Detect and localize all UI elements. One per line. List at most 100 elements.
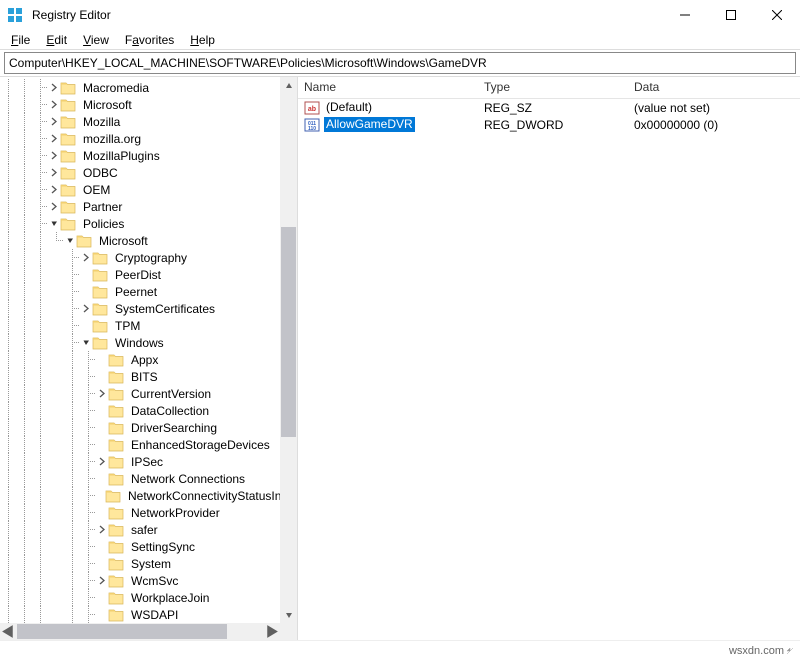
tree-item[interactable]: EnhancedStorageDevices [0, 436, 280, 453]
tree-item-label: WorkplaceJoin [128, 590, 212, 606]
collapse-icon[interactable] [80, 334, 92, 351]
tree-item-label: EnhancedStorageDevices [128, 437, 273, 453]
vertical-scrollbar[interactable] [280, 77, 297, 623]
folder-icon [108, 403, 124, 419]
expand-icon[interactable] [48, 113, 60, 130]
reg-string-icon [304, 100, 320, 116]
tree-item-label: Cryptography [112, 250, 190, 266]
tree-item[interactable]: Macromedia [0, 79, 280, 96]
tree-item[interactable]: PeerDist [0, 266, 280, 283]
tree-item[interactable]: Peernet [0, 283, 280, 300]
folder-icon [108, 607, 124, 623]
tree-item-label: Mozilla [80, 114, 123, 130]
tree-item[interactable]: OEM [0, 181, 280, 198]
expand-icon[interactable] [48, 198, 60, 215]
tree-item-label: System [128, 556, 174, 572]
expand-icon[interactable] [48, 79, 60, 96]
collapse-icon[interactable] [48, 215, 60, 232]
content-area: MacromediaMicrosoftMozillamozilla.orgMoz… [0, 76, 800, 640]
tree-item[interactable]: Policies [0, 215, 280, 232]
tree-item[interactable]: DriverSearching [0, 419, 280, 436]
scroll-down-button[interactable] [280, 606, 297, 623]
scroll-left-button[interactable] [0, 623, 17, 640]
tree-pane: MacromediaMicrosoftMozillamozilla.orgMoz… [0, 77, 298, 640]
tree-item[interactable]: System [0, 555, 280, 572]
tree-item[interactable]: DataCollection [0, 402, 280, 419]
folder-icon [108, 522, 124, 538]
expand-icon[interactable] [96, 385, 108, 402]
tree-item[interactable]: CurrentVersion [0, 385, 280, 402]
tree-item-label: TPM [112, 318, 143, 334]
watermark: wsxdn.com [729, 645, 784, 657]
tree-item[interactable]: SystemCertificates [0, 300, 280, 317]
value-row[interactable]: AllowGameDVRREG_DWORD0x00000000 (0) [298, 116, 800, 133]
scroll-right-button[interactable] [263, 623, 280, 640]
menu-view[interactable]: View [76, 32, 116, 48]
tree-item[interactable]: Partner [0, 198, 280, 215]
expand-icon[interactable] [96, 572, 108, 589]
tree-item[interactable]: TPM [0, 317, 280, 334]
tree-item[interactable]: BITS [0, 368, 280, 385]
expand-icon[interactable] [80, 300, 92, 317]
tree-item[interactable]: safer [0, 521, 280, 538]
registry-tree: MacromediaMicrosoftMozillamozilla.orgMoz… [0, 77, 280, 623]
tree-item[interactable]: WcmSvc [0, 572, 280, 589]
expand-icon[interactable] [96, 453, 108, 470]
folder-icon [60, 165, 76, 181]
tree-item[interactable]: Microsoft [0, 96, 280, 113]
column-data[interactable]: Data [628, 77, 800, 98]
tree-item[interactable]: Microsoft [0, 232, 280, 249]
expand-icon[interactable] [96, 521, 108, 538]
menu-edit[interactable]: Edit [39, 32, 74, 48]
column-type[interactable]: Type [478, 77, 628, 98]
close-button[interactable] [754, 0, 800, 30]
minimize-button[interactable] [662, 0, 708, 30]
collapse-icon[interactable] [64, 232, 76, 249]
tree-item[interactable]: Mozilla [0, 113, 280, 130]
folder-icon [108, 386, 124, 402]
scroll-up-button[interactable] [280, 77, 297, 94]
tree-item[interactable]: IPSec [0, 453, 280, 470]
tree-item[interactable]: mozilla.org [0, 130, 280, 147]
folder-icon [92, 250, 108, 266]
expand-icon[interactable] [80, 249, 92, 266]
tree-item[interactable]: SettingSync [0, 538, 280, 555]
tree-item-label: Network Connections [128, 471, 248, 487]
tree-item-label: Macromedia [80, 80, 152, 96]
value-row[interactable]: (Default)REG_SZ(value not set) [298, 99, 800, 116]
tree-item[interactable]: WorkplaceJoin [0, 589, 280, 606]
scroll-thumb[interactable] [281, 227, 296, 437]
tree-item[interactable]: NetworkProvider [0, 504, 280, 521]
tree-item[interactable]: Network Connections [0, 470, 280, 487]
values-pane: Name Type Data (Default)REG_SZ(value not… [298, 77, 800, 640]
tree-item[interactable]: Cryptography [0, 249, 280, 266]
address-bar[interactable]: Computer\HKEY_LOCAL_MACHINE\SOFTWARE\Pol… [4, 52, 796, 74]
list-header: Name Type Data [298, 77, 800, 99]
tree-item-label: Partner [80, 199, 125, 215]
tree-item-label: MozillaPlugins [80, 148, 163, 164]
folder-icon [60, 80, 76, 96]
tree-item[interactable]: Windows [0, 334, 280, 351]
menu-favorites[interactable]: Favorites [118, 32, 181, 48]
tree-item[interactable]: Appx [0, 351, 280, 368]
tree-item[interactable]: WSDAPI [0, 606, 280, 623]
horizontal-scrollbar[interactable] [0, 623, 280, 640]
folder-icon [60, 182, 76, 198]
expand-icon[interactable] [48, 181, 60, 198]
expand-icon[interactable] [48, 164, 60, 181]
tree-item[interactable]: MozillaPlugins [0, 147, 280, 164]
tree-scroll-area[interactable]: MacromediaMicrosoftMozillamozilla.orgMoz… [0, 77, 280, 623]
tree-item[interactable]: ODBC [0, 164, 280, 181]
folder-icon [108, 573, 124, 589]
maximize-button[interactable] [708, 0, 754, 30]
column-name[interactable]: Name [298, 77, 478, 98]
expand-icon[interactable] [48, 130, 60, 147]
tree-item-label: IPSec [128, 454, 166, 470]
folder-icon [92, 267, 108, 283]
menu-help[interactable]: Help [183, 32, 222, 48]
menu-file[interactable]: File [4, 32, 37, 48]
tree-item[interactable]: NetworkConnectivityStatusIndic [0, 487, 280, 504]
expand-icon[interactable] [48, 147, 60, 164]
expand-icon[interactable] [48, 96, 60, 113]
scroll-thumb-horizontal[interactable] [17, 624, 227, 639]
